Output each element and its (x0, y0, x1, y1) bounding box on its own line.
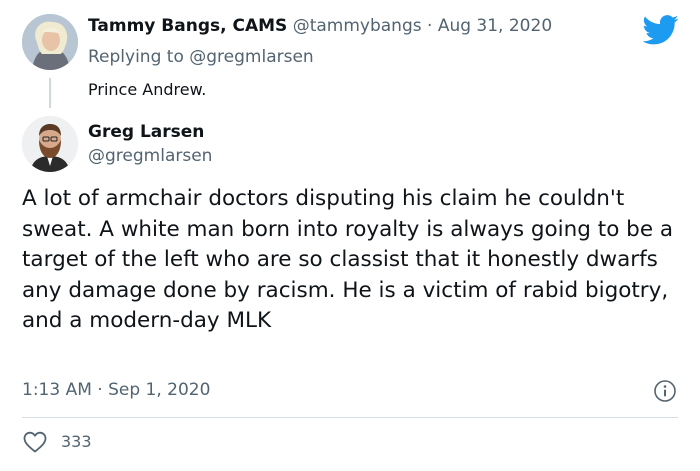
like-count[interactable]: 333 (61, 432, 92, 451)
reply-tweet-text: Prince Andrew. (88, 80, 207, 99)
avatar-greg-image (22, 116, 78, 172)
thread-connector-line (49, 78, 51, 108)
replying-to-label: Replying to (88, 47, 184, 67)
reply-author-name[interactable]: Tammy Bangs, CAMS (88, 16, 287, 36)
info-icon[interactable] (653, 379, 677, 403)
divider (22, 417, 678, 418)
main-author-name[interactable]: Greg Larsen (88, 122, 204, 142)
heart-icon[interactable] (22, 430, 48, 454)
reply-tweet-header: Tammy Bangs, CAMS @tammybangs · Aug 31, … (88, 16, 552, 36)
tweet-date: Sep 1, 2020 (108, 380, 211, 400)
avatar-tammy-image (22, 14, 78, 70)
timestamp-separator: · (97, 380, 103, 400)
tweet-time: 1:13 AM (22, 380, 92, 400)
avatar-greg[interactable] (22, 116, 78, 172)
main-author-handle[interactable]: @gregmlarsen (88, 146, 212, 166)
header-separator: · (427, 16, 433, 36)
replying-to-handle[interactable]: @gregmlarsen (189, 47, 313, 67)
tweet-timestamp[interactable]: 1:13 AM · Sep 1, 2020 (22, 380, 210, 400)
replying-to-line: Replying to @gregmlarsen (88, 47, 314, 67)
reply-date[interactable]: Aug 31, 2020 (438, 16, 552, 36)
reply-author-handle[interactable]: @tammybangs (293, 16, 422, 36)
main-tweet-text: A lot of armchair doctors disputing his … (22, 186, 674, 333)
avatar-tammy[interactable] (22, 14, 78, 70)
twitter-bird-icon[interactable] (643, 15, 679, 45)
